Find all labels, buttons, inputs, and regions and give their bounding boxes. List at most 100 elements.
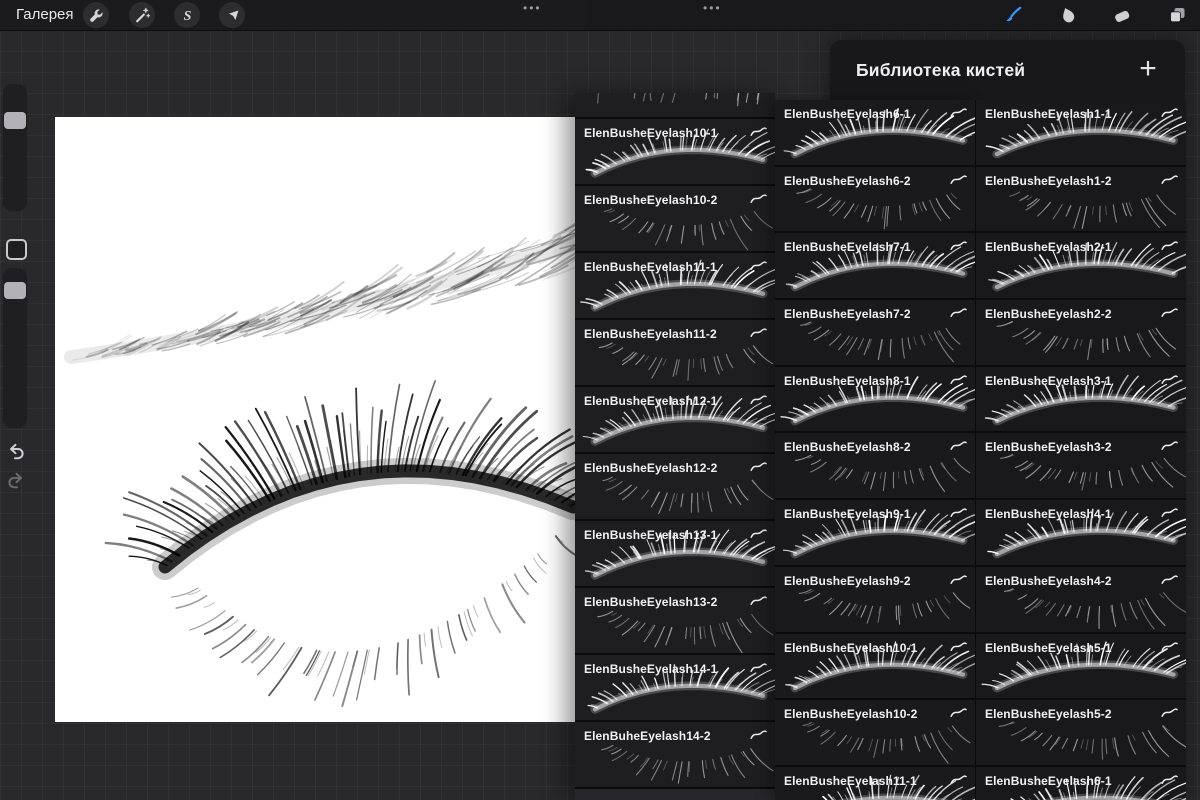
brush-item[interactable]: ElenBusheEyelash7-1 xyxy=(775,233,975,300)
gallery-button[interactable]: Галерея xyxy=(16,6,74,23)
brush-item[interactable]: ElenBusheEyelash8-2 xyxy=(775,433,975,500)
add-brush-button[interactable]: + xyxy=(1133,48,1163,90)
eye-lash-artwork xyxy=(55,117,575,722)
brush-item[interactable]: ElenBusheEyelash10-2 xyxy=(775,700,975,767)
redo-icon xyxy=(5,480,27,495)
selection-button[interactable]: S xyxy=(174,2,200,28)
transform-button[interactable] xyxy=(219,2,245,28)
brush-item[interactable]: ElenBusheEyelash11-2 xyxy=(575,320,775,387)
brush-item[interactable]: ElenBusheEyelash1-2 xyxy=(976,167,1186,234)
brush-item[interactable]: ElenBusheEyelash9-2 xyxy=(775,567,975,634)
brush-name: ElenBusheEyelash11-1 xyxy=(584,260,717,274)
brush-signature-icon xyxy=(1161,775,1178,785)
brush-item[interactable]: ElenBusheEyelash7-2 xyxy=(775,300,975,367)
brush-name: ElenBusheEyelash4-2 xyxy=(985,574,1112,588)
brush-signature-icon xyxy=(1161,642,1178,652)
magic-wand-icon xyxy=(133,6,151,24)
opacity-slider[interactable] xyxy=(3,268,27,428)
brush-size-slider[interactable] xyxy=(3,84,27,211)
brush-item[interactable]: ElenBusheEyelash11-1 xyxy=(575,253,775,320)
brush-item[interactable]: ElenBusheEyelash12-2 xyxy=(575,454,775,521)
layers-button[interactable] xyxy=(1165,3,1189,27)
adjustments-button[interactable] xyxy=(129,2,155,28)
brush-item[interactable]: ElenBusheEyelash1-1 xyxy=(976,100,1186,167)
brush-name: ElenBuheEyelash14-2 xyxy=(584,729,711,743)
brush-name: ElenBusheEyelash11-1 xyxy=(784,774,917,788)
brush-signature-icon xyxy=(950,775,967,785)
brush-signature-icon xyxy=(1161,375,1178,385)
brush-item-partial[interactable] xyxy=(575,789,775,800)
eraser-icon xyxy=(1112,5,1132,25)
brush-item[interactable]: ElenBusheEyelash3-1 xyxy=(976,367,1186,434)
brush-signature-icon xyxy=(1161,508,1178,518)
brush-name: ElenBusheEyelash9-2 xyxy=(784,574,911,588)
redo-button[interactable] xyxy=(5,470,27,492)
brush-name: ElenBusheEyelash3-1 xyxy=(985,374,1112,388)
brush-item[interactable]: ElenBusheEyelash13-1 xyxy=(575,521,775,588)
brush-item[interactable]: ElenBusheEyelash14-1 xyxy=(575,655,775,722)
brush-name: ElanBusheEyelash9-1 xyxy=(784,507,911,521)
window-controls-right-app[interactable]: ••• xyxy=(703,0,722,16)
brush-item[interactable]: ElenBuheEyelash14-2 xyxy=(575,722,775,789)
brush-name: ElenBusheEyelash13-1 xyxy=(584,528,717,542)
top-toolbar: Галерея S ••• ••• xyxy=(0,0,1200,31)
brush-item[interactable]: ElenBusheEyelash13-2 xyxy=(575,588,775,655)
brush-name: ElenBusheEyelash6-1 xyxy=(784,107,911,121)
brush-signature-icon xyxy=(750,395,767,405)
brush-item[interactable]: ElenBusheEyelash4-2 xyxy=(976,567,1186,634)
modify-button[interactable] xyxy=(6,239,27,260)
brush-item[interactable]: ElenBusheEyelash5-2 xyxy=(976,700,1186,767)
brush-signature-icon xyxy=(750,529,767,539)
brush-signature-icon xyxy=(1161,708,1178,718)
brush-name: ElenBusheEyelash6-1 xyxy=(985,774,1112,788)
undo-button[interactable] xyxy=(5,441,27,463)
brush-item[interactable]: ElenBusheEyelash12-1 xyxy=(575,387,775,454)
brush-item-partial[interactable] xyxy=(575,93,775,119)
paint-tool-button[interactable] xyxy=(1001,3,1025,27)
brush-signature-icon xyxy=(750,261,767,271)
brush-name: ElenBusheEyelash12-2 xyxy=(584,461,717,475)
paint-brush-icon xyxy=(1003,5,1023,25)
wrench-icon xyxy=(87,6,105,24)
brush-name: ElenBusheEyelash1-1 xyxy=(985,107,1112,121)
brush-item[interactable]: ElenBusheEyelash2-2 xyxy=(976,300,1186,367)
brush-column-library: ElenBusheEyelash1-1 ElenBusheEyelash1-2 El… xyxy=(975,100,1186,800)
brush-item[interactable]: ElenBusheEyelash4-1 xyxy=(976,500,1186,567)
brush-size-slider-handle[interactable] xyxy=(4,112,26,129)
brush-item[interactable]: ElenBusheEyelash11-1 xyxy=(775,767,975,800)
brush-item[interactable]: ElenBusheEyelash5-1 xyxy=(976,634,1186,701)
brush-item[interactable]: ElenBusheEyelash6-1 xyxy=(976,767,1186,800)
erase-tool-button[interactable] xyxy=(1110,3,1134,27)
brush-item[interactable]: ElenBusheEyelash8-1 xyxy=(775,367,975,434)
brush-name: ElenBusheEyelash8-2 xyxy=(784,440,911,454)
svg-text:S: S xyxy=(184,9,192,24)
smudge-tool-button[interactable] xyxy=(1056,3,1080,27)
brush-item[interactable]: ElenBusheEyelash3-2 xyxy=(976,433,1186,500)
brush-item[interactable]: ElenBusheEyelash6-2 xyxy=(775,167,975,234)
actions-button[interactable] xyxy=(83,2,109,28)
brush-signature-icon xyxy=(750,328,767,338)
brush-item[interactable]: ElenBusheEyelash2-1 xyxy=(976,233,1186,300)
brush-signature-icon xyxy=(1161,575,1178,585)
brush-name: ElenBusheEyelash8-1 xyxy=(784,374,911,388)
brush-name: ElenBusheEyelash12-1 xyxy=(584,394,717,408)
smudge-icon xyxy=(1058,5,1078,25)
window-controls-left-app[interactable]: ••• xyxy=(523,0,542,16)
opacity-slider-handle[interactable] xyxy=(4,282,26,299)
brush-library-title: Библиотека кистей xyxy=(856,60,1025,81)
brush-name: ElenBusheEyelash14-1 xyxy=(584,662,717,676)
brush-item[interactable]: ElenBusheEyelash10-1 xyxy=(775,634,975,701)
brush-name: ElenBusheEyelash11-2 xyxy=(584,327,717,341)
brush-signature-icon xyxy=(950,441,967,451)
brush-signature-icon xyxy=(750,596,767,606)
undo-icon xyxy=(5,451,27,466)
brush-name: ElenBusheEyelash10-1 xyxy=(784,641,917,655)
brush-name: ElenBusheEyelash2-1 xyxy=(985,240,1112,254)
brush-signature-icon xyxy=(950,708,967,718)
brush-item[interactable]: ElenBusheEyelash10-2 xyxy=(575,186,775,253)
brush-item[interactable]: ElanBusheEyelash9-1 xyxy=(775,500,975,567)
drawing-canvas[interactable] xyxy=(55,117,575,722)
brush-signature-icon xyxy=(1161,175,1178,185)
brush-item[interactable]: ElenBusheEyelash6-1 xyxy=(775,100,975,167)
brush-item[interactable]: ElenBusheEyelash10-1 xyxy=(575,119,775,186)
